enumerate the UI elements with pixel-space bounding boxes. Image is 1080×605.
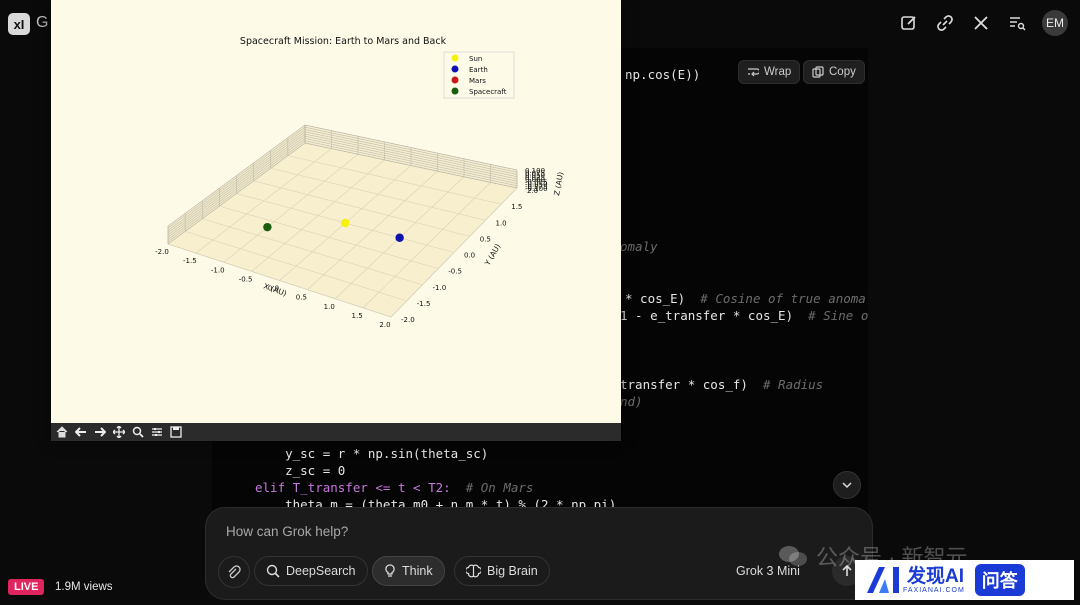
app-title-partial: G — [36, 14, 49, 31]
y-tick-label: -0.5 — [448, 268, 462, 276]
x-tick-label: 0.5 — [296, 294, 307, 302]
code-line: nd) — [620, 394, 643, 409]
legend-marker — [451, 87, 459, 95]
earth-point — [395, 233, 404, 242]
legend-marker — [451, 76, 459, 84]
search-list-icon[interactable] — [1006, 12, 1028, 34]
chat-composer: How can Grok help? DeepSearch Think Big … — [205, 507, 873, 600]
avatar[interactable]: EM — [1042, 10, 1068, 36]
plot-window[interactable]: Spacecraft Mission: Earth to Mars and Ba… — [51, 0, 621, 441]
faxianai-badge: 发现AI FAXIANAI.COM 问答 — [855, 560, 1074, 600]
deepsearch-button[interactable]: DeepSearch — [254, 556, 368, 586]
copy-label: Copy — [829, 66, 856, 78]
zoom-icon[interactable] — [130, 425, 146, 439]
x-tick-label: -2.0 — [155, 248, 169, 256]
y-tick-label: -2.0 — [401, 316, 415, 324]
forward-icon[interactable] — [92, 425, 108, 439]
legend-entry: Mars — [469, 77, 486, 85]
y-tick-label: 1.5 — [511, 203, 522, 211]
legend-marker — [451, 65, 459, 73]
search-icon — [266, 564, 280, 578]
grok-logo[interactable]: xI — [8, 13, 30, 35]
spacecraft-point — [263, 222, 272, 232]
badge-qa: 问答 — [974, 564, 1025, 596]
save-icon[interactable] — [168, 425, 184, 439]
deepsearch-label: DeepSearch — [286, 564, 356, 578]
think-button[interactable]: Think — [372, 556, 445, 586]
z-axis-label: Z (AU) — [552, 171, 565, 196]
view-count: 1.9M views — [55, 581, 113, 593]
paperclip-icon — [228, 565, 241, 579]
code-line: z_sc = 0 — [255, 463, 346, 478]
x-logo-icon[interactable] — [970, 12, 992, 34]
legend-entry: Earth — [469, 66, 488, 74]
y-tick-label: -1.5 — [417, 300, 431, 308]
legend-entry: Sun — [469, 55, 482, 63]
code-line: omaly — [620, 239, 658, 254]
wechat-icon — [779, 546, 807, 566]
ai-logo-icon — [867, 567, 899, 593]
scroll-down-button[interactable] — [833, 471, 861, 499]
code-line: elif T_transfer <= t < T2: # On Mars — [255, 480, 534, 495]
x-tick-label: -1.5 — [183, 257, 197, 265]
x-tick-label: 1.5 — [352, 312, 363, 320]
think-label: Think — [402, 564, 433, 578]
attach-button[interactable] — [218, 556, 250, 588]
code-line: 1 - e_transfer * cos_E) # Sine of — [620, 308, 868, 323]
link-icon[interactable] — [934, 12, 956, 34]
prompt-input[interactable]: How can Grok help? — [226, 524, 348, 539]
legend-entry: Spacecraft — [469, 88, 507, 96]
copy-button[interactable]: Copy — [803, 60, 865, 84]
pan-icon[interactable] — [111, 425, 127, 439]
x-tick-label: 1.0 — [324, 303, 335, 311]
x-tick-label: -0.5 — [239, 275, 253, 283]
brain-icon — [466, 564, 481, 578]
plot-3d-axes[interactable]: Spacecraft Mission: Earth to Mars and Ba… — [51, 0, 621, 423]
y-axis-label: Y (AU) — [482, 242, 502, 268]
code-line: y_sc = r * np.sin(theta_sc) — [255, 446, 489, 461]
wrap-icon — [748, 68, 759, 77]
plot-toolbar — [51, 423, 621, 441]
y-tick-label: 1.0 — [496, 219, 507, 227]
badge-title: 发现AI — [907, 565, 965, 587]
edit-icon[interactable] — [898, 12, 920, 34]
badge-subtitle: FAXIANAI.COM — [903, 586, 965, 594]
big-brain-button[interactable]: Big Brain — [454, 556, 550, 586]
z-tick-label: -0.100 — [525, 185, 548, 193]
sun-point — [341, 218, 350, 228]
copy-icon — [812, 66, 824, 78]
legend: Sun Earth Mars Spacecraft — [443, 51, 515, 99]
wrap-button[interactable]: Wrap — [738, 60, 801, 84]
wrap-label: Wrap — [764, 66, 792, 78]
home-icon[interactable] — [54, 425, 70, 439]
chart-title: Spacecraft Mission: Earth to Mars and Ba… — [240, 36, 447, 47]
configure-icon[interactable] — [149, 425, 165, 439]
y-tick-label: 0.5 — [480, 235, 491, 243]
chevron-down-icon — [842, 482, 852, 489]
big-brain-label: Big Brain — [487, 564, 538, 578]
x-tick-label: -1.0 — [211, 266, 225, 274]
code-line: transfer * cos_f) # Radius — [620, 377, 824, 392]
x-tick-label: 2.0 — [379, 321, 390, 329]
live-badge: LIVE — [8, 579, 45, 595]
code-line: np.cos(E)) — [625, 67, 701, 82]
lightbulb-icon — [385, 564, 395, 577]
y-tick-label: 0.0 — [464, 252, 475, 260]
y-tick-label: -1.0 — [433, 284, 447, 292]
back-icon[interactable] — [73, 425, 89, 439]
legend-marker — [451, 54, 459, 62]
code-line: * cos_E) # Cosine of true anomal — [625, 291, 868, 306]
